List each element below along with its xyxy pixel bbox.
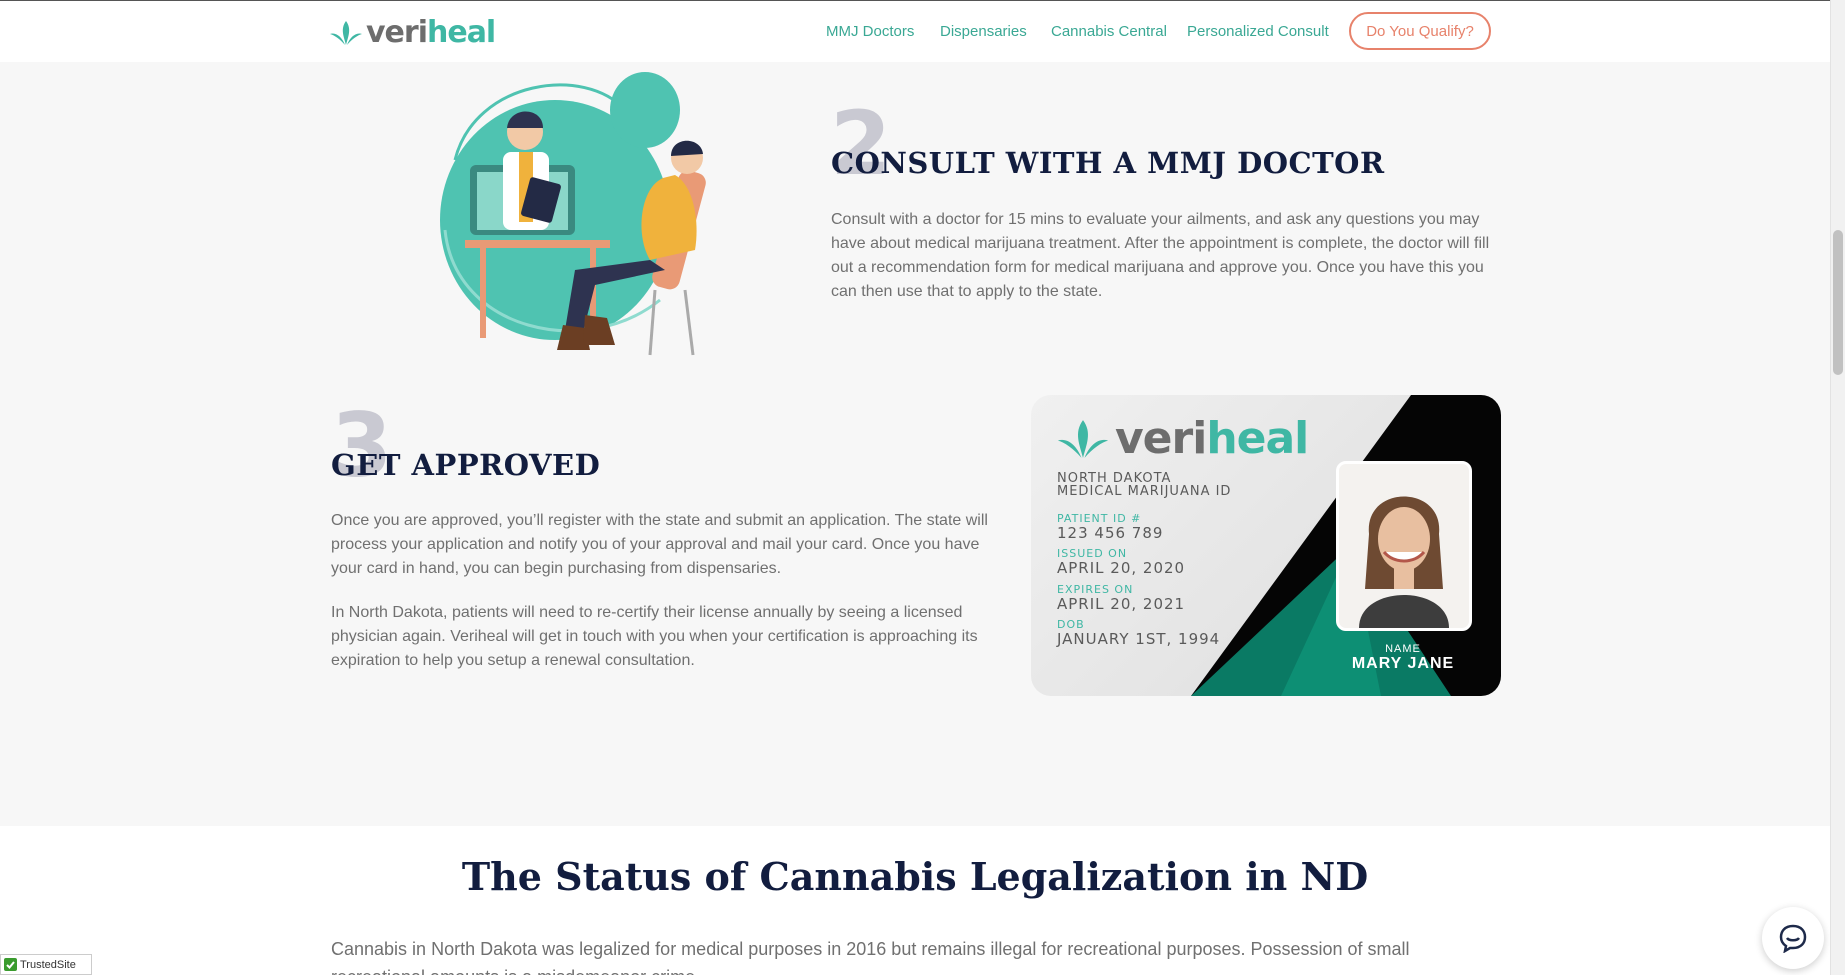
- logo-wordmark: veriheal: [366, 15, 496, 50]
- card-logo-part-heal: heal: [1206, 413, 1309, 464]
- nav-cannabis-central[interactable]: Cannabis Central: [1051, 23, 1167, 40]
- card-dob: JANUARY 1ST, 1994: [1057, 630, 1221, 648]
- card-logo-part-veri: veri: [1115, 413, 1207, 464]
- shield-check-icon: [4, 958, 17, 971]
- card-photo: [1336, 461, 1472, 631]
- card-patient-id: 123 456 789: [1057, 524, 1164, 542]
- step-2-title: CONSULT WITH A MMJ DOCTOR: [831, 146, 1385, 180]
- person-avatar-icon: [1339, 464, 1469, 628]
- scrollbar-thumb[interactable]: [1833, 230, 1843, 375]
- sample-mmj-id-card: veriheal NORTH DAKOTA MEDICAL MARIJUANA …: [1031, 395, 1501, 696]
- step-3-body-1: Once you are approved, you’ll register w…: [331, 512, 988, 577]
- card-type: MEDICAL MARIJUANA ID: [1057, 484, 1232, 499]
- trustedsite-badge[interactable]: TrustedSite: [0, 954, 92, 975]
- status-body: Cannabis in North Dakota was legalized f…: [331, 939, 1410, 975]
- chat-button[interactable]: [1762, 907, 1824, 969]
- step-3-body-2: In North Dakota, patients will need to r…: [331, 604, 978, 669]
- card-logo: veriheal: [1057, 413, 1309, 464]
- step-3-title: GET APPROVED: [331, 448, 601, 482]
- site-header: veriheal MMJ Doctors Dispensaries Cannab…: [0, 0, 1830, 62]
- card-name-label: NAME: [1385, 643, 1421, 655]
- do-you-qualify-button[interactable]: Do You Qualify?: [1349, 12, 1491, 50]
- site-logo[interactable]: veriheal: [330, 15, 496, 50]
- logo-part-heal: heal: [426, 15, 496, 50]
- chat-bubble-icon: [1779, 924, 1807, 953]
- cannabis-leaf-icon: [1057, 419, 1109, 458]
- cannabis-leaf-icon: [330, 20, 362, 45]
- card-logo-wordmark: veriheal: [1115, 413, 1309, 464]
- page-scrollbar[interactable]: [1830, 0, 1845, 975]
- card-name: MARY JANE: [1351, 655, 1455, 672]
- logo-part-veri: veri: [366, 15, 428, 50]
- nav-mmj-doctors[interactable]: MMJ Doctors: [826, 23, 914, 40]
- nav-dispensaries[interactable]: Dispensaries: [940, 23, 1027, 40]
- card-issued: APRIL 20, 2020: [1057, 559, 1186, 577]
- step-2-body: Consult with a doctor for 15 mins to eva…: [831, 211, 1490, 300]
- doctor-consult-illustration: [440, 72, 706, 356]
- card-expires: APRIL 20, 2021: [1057, 595, 1186, 613]
- status-heading: The Status of Cannabis Legalization in N…: [461, 854, 1369, 899]
- nav-personalized-consult[interactable]: Personalized Consult: [1187, 23, 1329, 40]
- trustedsite-label: TrustedSite: [20, 958, 76, 971]
